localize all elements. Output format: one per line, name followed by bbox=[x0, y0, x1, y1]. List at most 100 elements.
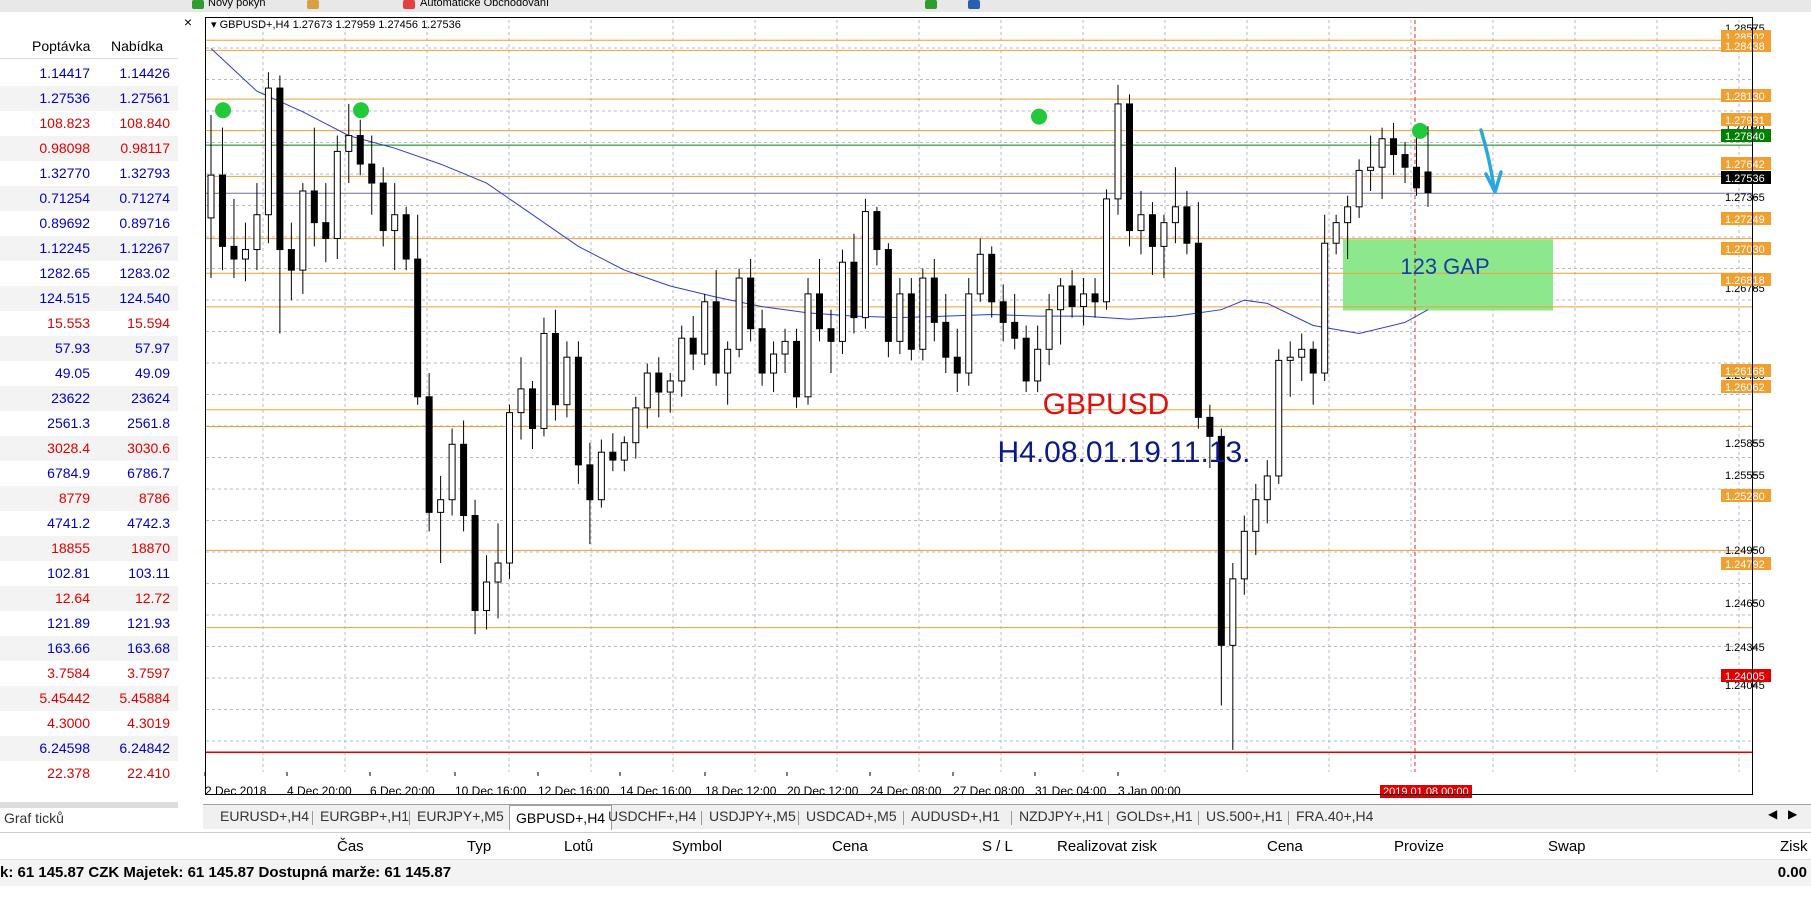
terminal-column-header[interactable]: Provize bbox=[1394, 838, 1444, 855]
candle-body bbox=[1091, 293, 1099, 303]
chart-tab[interactable]: USDCAD+,M5 bbox=[806, 808, 897, 828]
autotrading-icon[interactable] bbox=[403, 0, 415, 9]
candle-body bbox=[402, 214, 410, 260]
bid-price: 12.64 bbox=[54, 590, 90, 606]
price-chart[interactable]: GBPUSDH4.08.01.19.11.13.123 GAP1.285751.… bbox=[203, 12, 1811, 804]
terminal-column-header[interactable]: Realizovat zisk bbox=[1057, 838, 1157, 855]
market-watch-row[interactable]: 108.823 108.840 bbox=[0, 111, 178, 136]
candle-body bbox=[1160, 222, 1168, 247]
chart-tab[interactable]: USDCHF+,H4 bbox=[608, 808, 696, 828]
market-watch-row[interactable]: 3028.4 3030.6 bbox=[0, 436, 178, 461]
tick-chart-tab[interactable]: Graf ticků bbox=[0, 810, 68, 830]
terminal-column-header[interactable]: Typ bbox=[467, 838, 491, 855]
chart-window[interactable]: GBPUSD H4.08.01.19.11.13. 123 GAP 1.28575 1.… bbox=[203, 12, 1811, 804]
ask-column-header[interactable]: Nabídka bbox=[111, 38, 163, 54]
terminal-column-header[interactable]: Lotů bbox=[564, 838, 593, 855]
terminal-column-header[interactable]: Čas bbox=[337, 838, 364, 855]
market-watch-row[interactable]: 5.45442 5.45884 bbox=[0, 686, 178, 711]
bid-price: 1282.65 bbox=[39, 265, 90, 281]
market-watch-row[interactable]: 12.64 12.72 bbox=[0, 586, 178, 611]
new-order-icon[interactable] bbox=[192, 0, 204, 9]
chart-tab[interactable]: EURJPY+,M5 bbox=[417, 808, 504, 828]
market-watch-row[interactable]: 0.98098 0.98117 bbox=[0, 136, 178, 161]
candle-body bbox=[1034, 348, 1042, 382]
market-watch-row[interactable]: 1282.65 1283.02 bbox=[0, 261, 178, 286]
market-watch-row[interactable]: 0.71254 0.71274 bbox=[0, 186, 178, 211]
market-watch-row[interactable]: 1.12245 1.12267 bbox=[0, 236, 178, 261]
dropdown-arrow-icon[interactable]: ▾ bbox=[211, 19, 220, 31]
candle-body bbox=[1413, 166, 1421, 189]
metaeditor-icon[interactable] bbox=[307, 0, 319, 9]
market-watch-row[interactable]: 1.27536 1.27561 bbox=[0, 86, 178, 111]
chart-tab[interactable]: EURGBP+,H1 bbox=[320, 808, 409, 828]
market-watch-row[interactable]: 57.93 57.97 bbox=[0, 336, 178, 361]
market-watch-row[interactable]: 102.81 103.11 bbox=[0, 561, 178, 586]
candle-body bbox=[1240, 530, 1248, 580]
ask-price: 0.89716 bbox=[119, 215, 170, 231]
market-watch-scrollbar[interactable] bbox=[0, 802, 178, 808]
terminal-column-header[interactable]: S / L bbox=[982, 838, 1013, 855]
market-watch-row[interactable]: 4.3000 4.3019 bbox=[0, 711, 178, 736]
market-watch-row[interactable]: 15.553 15.594 bbox=[0, 311, 178, 336]
chart-tab[interactable]: FRA.40+,H4 bbox=[1296, 808, 1373, 828]
market-watch-row[interactable]: 124.515 124.540 bbox=[0, 286, 178, 311]
candle-body bbox=[471, 515, 479, 612]
scroll-tabs-left-icon[interactable]: ◀ bbox=[1768, 807, 1777, 821]
tab-separator bbox=[1108, 811, 1109, 825]
terminal-column-header[interactable]: Swap bbox=[1548, 838, 1586, 855]
market-watch-row[interactable]: 8779 8786 bbox=[0, 486, 178, 511]
market-watch-row[interactable]: 121.89 121.93 bbox=[0, 611, 178, 636]
market-watch-row[interactable]: 1.14417 1.14426 bbox=[0, 61, 178, 86]
chart-tab[interactable]: EURUSD+,H4 bbox=[220, 808, 309, 828]
market-watch-row[interactable]: 23622 23624 bbox=[0, 386, 178, 411]
autotrading-button[interactable]: Automatické Obchodování bbox=[420, 0, 549, 9]
candle-body bbox=[322, 222, 330, 239]
candle-body bbox=[276, 87, 284, 251]
market-watch-row[interactable]: 49.05 49.09 bbox=[0, 361, 178, 386]
price-level-label: 1.28130 bbox=[1725, 91, 1765, 103]
market-watch-row[interactable]: 163.66 163.68 bbox=[0, 636, 178, 661]
candle-body bbox=[781, 340, 789, 355]
market-watch-row[interactable]: 6.24598 6.24842 bbox=[0, 736, 178, 761]
chart-tab[interactable]: US.500+,H1 bbox=[1206, 808, 1283, 828]
bid-column-header[interactable]: Poptávka bbox=[32, 38, 90, 54]
time-axis-label: 24 Dec 08:00 bbox=[870, 784, 942, 798]
market-watch-row[interactable]: 3.7584 3.7597 bbox=[0, 661, 178, 686]
market-watch-row[interactable]: 4741.2 4742.3 bbox=[0, 511, 178, 536]
price-level-label: 1.27249 bbox=[1725, 214, 1765, 226]
bid-price: 23622 bbox=[51, 390, 90, 406]
terminal-column-header[interactable]: Zisk bbox=[1780, 838, 1808, 855]
bid-price: 102.81 bbox=[47, 565, 90, 581]
tab-separator bbox=[798, 811, 799, 825]
market-watch-row[interactable]: 0.89692 0.89716 bbox=[0, 211, 178, 236]
candle-body bbox=[345, 135, 353, 152]
market-watch-row[interactable]: 2561.3 2561.8 bbox=[0, 411, 178, 436]
market-watch-row[interactable]: 22.378 22.410 bbox=[0, 761, 178, 786]
candle-body bbox=[368, 163, 376, 184]
bid-price: 0.71254 bbox=[39, 190, 90, 206]
market-watch-row[interactable]: 18855 18870 bbox=[0, 536, 178, 561]
candle-body bbox=[1367, 166, 1375, 171]
scroll-tabs-right-icon[interactable]: ▶ bbox=[1788, 807, 1797, 821]
candle-body bbox=[930, 277, 938, 323]
chart-tab[interactable]: USDJPY+,M5 bbox=[709, 808, 796, 828]
terminal-column-header[interactable]: Symbol bbox=[672, 838, 722, 855]
chart-tab[interactable]: NZDJPY+,H1 bbox=[1019, 808, 1103, 828]
time-axis-label: 14 Dec 16:00 bbox=[620, 784, 692, 798]
current-time-label: 2019.01.08 00:00 bbox=[1383, 786, 1469, 798]
terminal-column-header[interactable]: Cena bbox=[1267, 838, 1303, 855]
candle-body bbox=[747, 277, 755, 330]
refresh-icon[interactable] bbox=[968, 0, 980, 9]
market-watch-row[interactable]: 1.32770 1.32793 bbox=[0, 161, 178, 186]
new-order-button[interactable]: Nový pokyn bbox=[208, 0, 265, 9]
close-icon[interactable]: × bbox=[180, 14, 196, 30]
terminal-column-header[interactable]: Cena bbox=[832, 838, 868, 855]
market-watch-row[interactable]: 6784.9 6786.7 bbox=[0, 461, 178, 486]
candle-body bbox=[1148, 214, 1156, 247]
price-level-label: 1.27840 bbox=[1725, 131, 1765, 143]
chart-tab[interactable]: AUDUSD+,H1 bbox=[911, 808, 1000, 828]
candle-body bbox=[953, 356, 961, 374]
chart-tab[interactable]: GOLDs+,H1 bbox=[1116, 808, 1193, 828]
chart-tab[interactable]: GBPUSD+,H4 bbox=[509, 805, 613, 830]
add-chart-icon[interactable] bbox=[925, 0, 937, 9]
